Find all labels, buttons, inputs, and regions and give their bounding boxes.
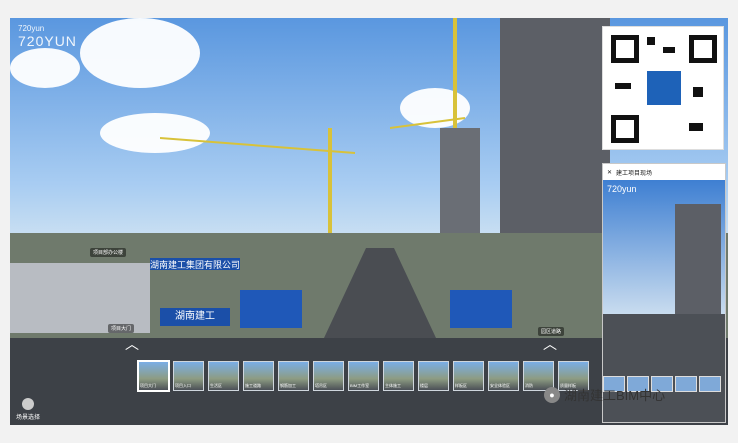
gate-sign-top: 湖南建工集团有限公司	[150, 258, 241, 270]
scene-thumbnail[interactable]: 项目大门	[138, 361, 169, 391]
mobile-preview: ✕ 建工项目现场 720yun	[602, 163, 726, 423]
tower-crane	[160, 128, 356, 243]
scene-thumbnail[interactable]: BIM工作室	[348, 361, 379, 391]
close-icon[interactable]: ✕	[607, 169, 612, 176]
hoarding-wall	[450, 290, 512, 328]
phone-title-bar: ✕ 建工项目现场	[603, 164, 725, 180]
wechat-icon: ●	[544, 386, 560, 403]
menu-icon	[22, 398, 34, 410]
phone-thumbnail[interactable]	[675, 376, 697, 392]
scene-thumbnail[interactable]: 项目入口	[173, 361, 204, 391]
nav-prev-icon[interactable]: ︿	[125, 334, 139, 354]
qr-code	[602, 26, 724, 150]
scene-thumbnail[interactable]: 塔吊区	[313, 361, 344, 391]
gate-sign-main: 湖南建工	[160, 308, 230, 326]
cloud	[80, 18, 200, 88]
scene-thumbnail-strip: 项目大门 项目入口 生活区 施工道路 钢筋加工 塔吊区 BIM工作室 主体施工 …	[138, 361, 589, 391]
scene-menu-button[interactable]: 场景选择	[16, 398, 40, 421]
phone-title: 建工项目现场	[616, 170, 653, 177]
scene-thumbnail[interactable]: 施工道路	[243, 361, 274, 391]
office-building	[10, 263, 150, 333]
nav-next-icon[interactable]: ︿	[543, 334, 557, 354]
phone-ground	[603, 314, 725, 422]
brand-footer: ● 湖南建工BIM中心	[544, 385, 665, 404]
hotspot-office-label[interactable]: 项目部办公楼	[90, 248, 127, 257]
building	[440, 128, 480, 248]
scene-thumbnail[interactable]: 样板区	[453, 361, 484, 391]
logo-small-text: 720yun	[18, 24, 45, 33]
hoarding-wall	[240, 290, 302, 328]
scene-menu-label: 场景选择	[16, 415, 41, 421]
scene-thumbnail[interactable]: 钢筋加工	[278, 361, 309, 391]
logo-big-text: 720YUN	[18, 33, 77, 49]
phone-logo: 720yun	[607, 184, 637, 194]
brand-logo: 720yun 720YUN	[18, 24, 77, 49]
hotspot-gate-label[interactable]: 项目大门	[108, 324, 135, 333]
cloud	[10, 48, 80, 88]
scene-thumbnail[interactable]: 楼层	[418, 361, 449, 391]
phone-thumbnail[interactable]	[699, 376, 721, 392]
scene-thumbnail[interactable]: 安全体验区	[488, 361, 519, 391]
scene-thumbnail[interactable]: 主体施工	[383, 361, 414, 391]
scene-thumbnail[interactable]: 生活区	[208, 361, 239, 391]
brand-text: 湖南建工BIM中心	[564, 388, 666, 403]
